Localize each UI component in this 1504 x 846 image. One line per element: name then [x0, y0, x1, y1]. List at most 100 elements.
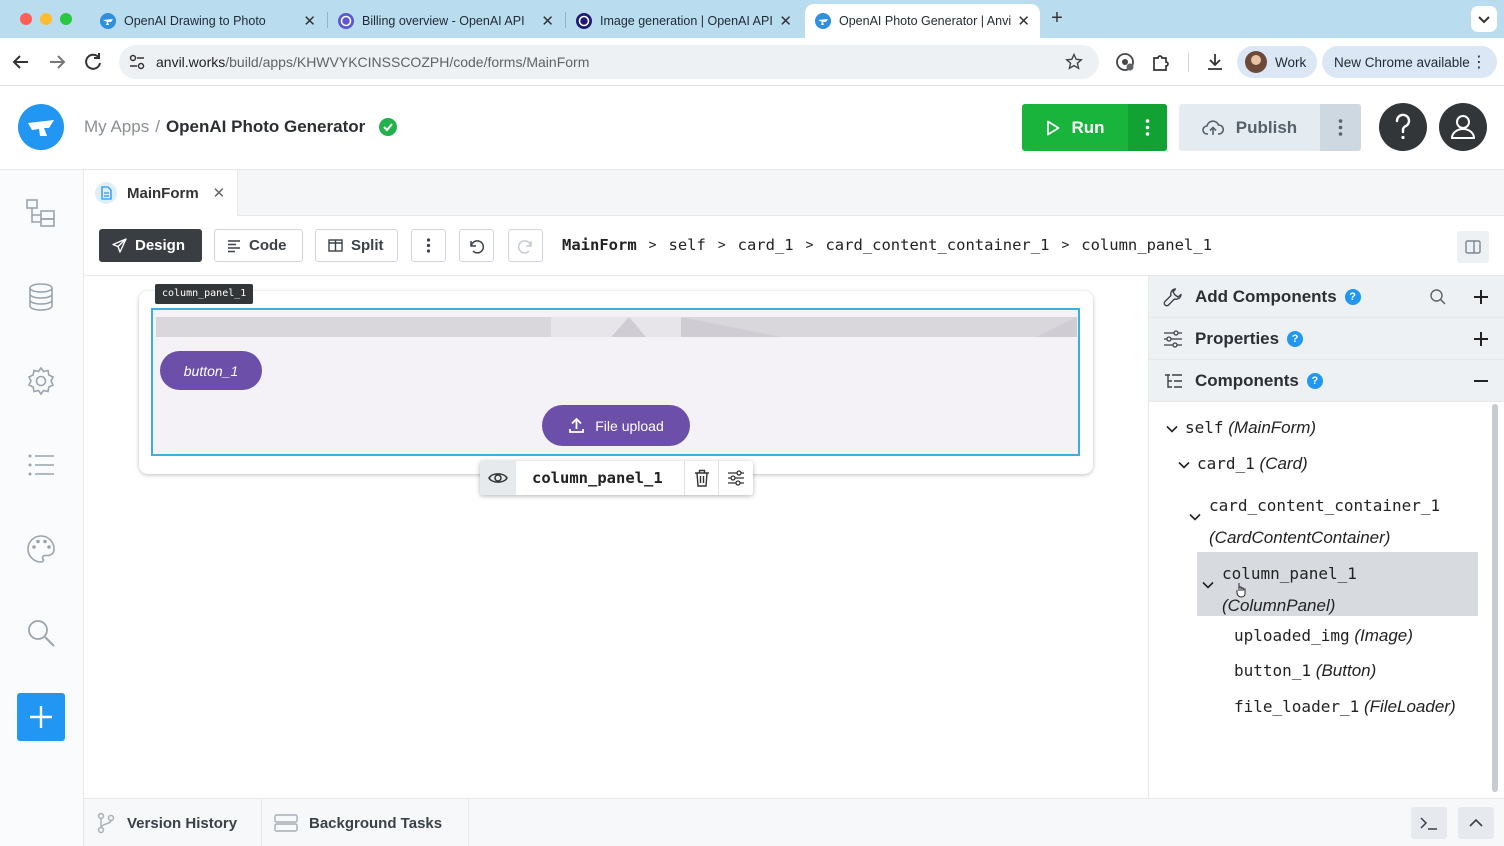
expand-panel-button[interactable]: [1458, 807, 1494, 839]
search-icon[interactable]: [1429, 288, 1447, 306]
account-button[interactable]: [1439, 103, 1487, 151]
tab-close-icon[interactable]: ✕: [303, 12, 316, 30]
add-feature-button[interactable]: [17, 693, 65, 741]
chevron-down-icon[interactable]: [1201, 578, 1215, 592]
window-close-dot[interactable]: [20, 13, 32, 25]
code-mode-button[interactable]: Code: [214, 229, 303, 262]
undo-icon: [470, 240, 485, 254]
tree-item-uploaded-img[interactable]: uploaded_img (Image): [1234, 626, 1413, 646]
tab-close-icon[interactable]: ✕: [1017, 12, 1030, 30]
anvil-logo-icon[interactable]: [18, 104, 64, 150]
file-upload-label: File upload: [595, 417, 664, 434]
address-bar[interactable]: anvil.works/build/apps/KHWVYKCINSSCOZPH/…: [119, 45, 1099, 79]
kebab-menu-icon: [1338, 119, 1343, 136]
breadcrumb-separator: >: [717, 237, 726, 253]
design-mode-button[interactable]: Design: [99, 229, 202, 262]
chrome-update-button[interactable]: New Chrome available ⋮: [1322, 46, 1497, 78]
tree-item-file-loader-1[interactable]: file_loader_1 (FileLoader): [1234, 697, 1456, 717]
help-icon[interactable]: ?: [1306, 372, 1323, 389]
background-tasks-button[interactable]: Background Tasks: [262, 799, 469, 846]
visibility-toggle[interactable]: [480, 461, 516, 495]
profile-button[interactable]: Work: [1237, 46, 1317, 78]
tab-close-icon[interactable]: ✕: [779, 12, 792, 30]
help-button[interactable]: [1379, 103, 1427, 151]
tab-search-button[interactable]: [1471, 6, 1497, 32]
browser-tab-2[interactable]: Billing overview - OpenAI API ✕: [328, 4, 564, 38]
button-1[interactable]: button_1: [160, 351, 262, 390]
delete-component-button[interactable]: [685, 461, 719, 495]
download-icon[interactable]: [1204, 51, 1226, 73]
breadcrumb-item[interactable]: column_panel_1: [1081, 236, 1212, 254]
cloud-upload-icon: [1202, 119, 1224, 135]
file-loader-1[interactable]: File upload: [542, 405, 690, 446]
site-settings-icon[interactable]: [128, 53, 146, 71]
plus-icon[interactable]: [1473, 331, 1489, 347]
extension-shield-icon[interactable]: [1114, 51, 1136, 73]
browser-tab-1[interactable]: OpenAI Drawing to Photo ✕: [90, 4, 326, 38]
app-name[interactable]: OpenAI Photo Generator: [166, 117, 365, 137]
minus-icon[interactable]: [1473, 373, 1489, 389]
kebab-menu-icon[interactable]: ⋮: [1471, 52, 1487, 72]
forward-arrow-icon[interactable]: [45, 50, 69, 74]
properties-header[interactable]: Properties ?: [1149, 318, 1504, 360]
code-label: Code: [249, 237, 287, 254]
chevron-down-icon[interactable]: [1188, 510, 1202, 524]
chevron-down-icon[interactable]: [1177, 458, 1191, 472]
split-mode-button[interactable]: Split: [315, 229, 398, 262]
design-canvas[interactable]: button_1 File upload column_panel_1: [84, 276, 1148, 798]
window-minimize-dot[interactable]: [40, 13, 52, 25]
reload-icon[interactable]: [81, 50, 105, 74]
run-button[interactable]: Run: [1022, 104, 1128, 151]
close-tab-icon[interactable]: ✕: [213, 184, 226, 202]
browser-tab-3[interactable]: Image generation | OpenAI API ✕: [566, 4, 802, 38]
components-header[interactable]: Components ?: [1149, 360, 1504, 402]
new-tab-icon[interactable]: +: [1046, 8, 1068, 30]
tree-item-card-1[interactable]: card_1 (Card): [1197, 454, 1308, 474]
breadcrumb-item[interactable]: MainForm: [562, 236, 637, 254]
column-panel-1-selected[interactable]: button_1 File upload: [151, 308, 1080, 456]
component-properties-button[interactable]: [719, 461, 753, 495]
window-zoom-dot[interactable]: [60, 13, 72, 25]
undo-button[interactable]: [459, 229, 494, 262]
bookmark-star-icon[interactable]: [1065, 53, 1083, 71]
publish-label: Publish: [1235, 117, 1298, 137]
browser-tab-strip: OpenAI Drawing to Photo ✕ Billing overvi…: [0, 0, 1504, 38]
search-icon[interactable]: [24, 616, 58, 650]
tree-item-card-content-container-1[interactable]: card_content_container_1 (CardContentCont…: [1209, 490, 1440, 554]
help-icon[interactable]: ?: [1344, 288, 1361, 305]
toggle-panel-button[interactable]: [1457, 231, 1489, 263]
uploaded-img-placeholder[interactable]: [156, 317, 1077, 337]
redo-button[interactable]: [508, 229, 543, 262]
app-breadcrumb: My Apps / OpenAI Photo Generator: [84, 117, 398, 137]
run-options-button[interactable]: [1128, 104, 1167, 151]
data-tables-icon[interactable]: [24, 280, 58, 314]
publish-button[interactable]: Publish: [1179, 104, 1320, 151]
add-components-header[interactable]: Add Components ?: [1149, 276, 1504, 318]
tree-scrollbar[interactable]: [1492, 404, 1498, 792]
plus-icon[interactable]: [1473, 289, 1489, 305]
help-icon[interactable]: ?: [1287, 330, 1304, 347]
extensions-puzzle-icon[interactable]: [1150, 51, 1172, 73]
tree-item-button-1[interactable]: button_1 (Button): [1234, 661, 1376, 681]
card-1[interactable]: button_1 File upload: [139, 291, 1093, 474]
left-sidebar: [0, 170, 84, 846]
breadcrumb-item[interactable]: card_content_container_1: [825, 236, 1049, 254]
tree-item-self[interactable]: self (MainForm): [1185, 418, 1316, 438]
more-options-button[interactable]: [411, 229, 446, 262]
tab-close-icon[interactable]: ✕: [541, 12, 554, 30]
breadcrumb-item[interactable]: card_1: [738, 236, 794, 254]
publish-options-button[interactable]: [1320, 104, 1361, 151]
terminal-button[interactable]: [1411, 807, 1447, 839]
theme-palette-icon[interactable]: [24, 532, 58, 566]
back-arrow-icon[interactable]: [9, 50, 33, 74]
breadcrumb-item[interactable]: self: [668, 236, 705, 254]
browser-tab-4-active[interactable]: OpenAI Photo Generator | Anvil ✕: [805, 4, 1040, 38]
list-icon[interactable]: [24, 448, 58, 482]
tab-mainform[interactable]: MainForm ✕: [84, 170, 238, 216]
settings-gear-icon[interactable]: [24, 364, 58, 398]
chevron-down-icon[interactable]: [1165, 422, 1179, 436]
version-history-button[interactable]: Version History: [84, 799, 262, 846]
my-apps-link[interactable]: My Apps: [84, 117, 149, 137]
terminal-prompt-icon: [1420, 817, 1437, 830]
app-browser-icon[interactable]: [24, 196, 58, 230]
